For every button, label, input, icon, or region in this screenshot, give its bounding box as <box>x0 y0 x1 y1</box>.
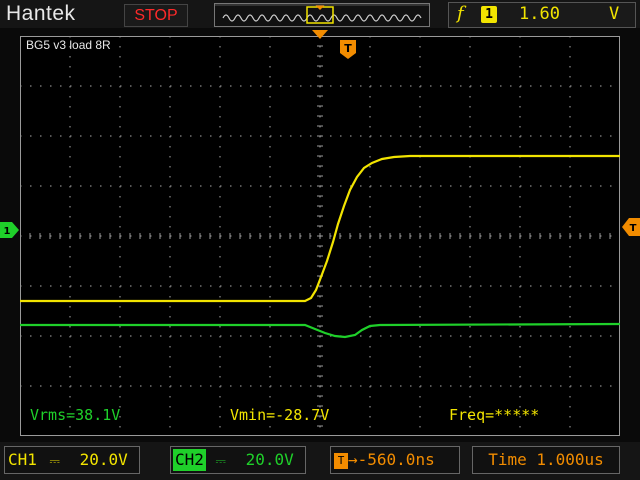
measurement-vrms: Vrms=38.1V <box>30 406 121 424</box>
ch2-settings[interactable]: CH2 ⎓ 20.0V <box>170 446 306 474</box>
trigger-level-value: 1.60 <box>519 4 560 24</box>
brand-logo: Hantek <box>6 2 76 25</box>
arrow-right-icon: → <box>348 450 358 469</box>
ch2-label: CH2 <box>173 449 206 471</box>
ch1-ground-marker[interactable]: 1 <box>0 222 20 238</box>
trigger-offset-icon: T <box>334 452 348 469</box>
dc-coupling-icon: ⎓ <box>49 454 60 469</box>
ch1-ground-marker-label: 1 <box>4 226 11 237</box>
trigger-level-unit: V <box>609 4 620 24</box>
trigger-offset-value: -560.0ns <box>357 450 435 469</box>
screen-annotation: BG5 v3 load 8R <box>26 38 111 52</box>
trigger-time-marker-label: T <box>344 42 352 55</box>
trigger-slope-icon: f <box>457 3 464 24</box>
waveform-overview[interactable] <box>214 3 430 27</box>
measurement-frequency: Freq=***** <box>449 406 540 424</box>
ch1-scale: 20.0V <box>79 450 128 469</box>
overview-wave <box>222 14 422 22</box>
timebase-display[interactable]: Time 1.000us <box>472 446 620 474</box>
dc-coupling-icon: ⎓ <box>215 454 226 469</box>
trigger-level-marker[interactable]: T <box>622 218 640 236</box>
trigger-position-marker[interactable] <box>312 30 328 42</box>
trigger-settings[interactable]: f 1 1.60 V <box>448 2 636 28</box>
trigger-level-marker-label: T <box>630 223 637 234</box>
ch1-settings[interactable]: CH1 ⎓ 20.0V <box>4 446 140 474</box>
scope-display[interactable] <box>20 36 620 436</box>
top-status-bar: Hantek STOP f 1 1.60 V <box>0 0 640 28</box>
trigger-source-badge: 1 <box>481 6 497 23</box>
run-stop-indicator[interactable]: STOP <box>124 4 188 27</box>
waveform-overview-graphic <box>215 4 429 24</box>
ch2-scale: 20.0V <box>245 450 294 469</box>
trigger-time-marker[interactable]: T <box>340 40 356 60</box>
ch1-label: CH1 <box>8 450 37 469</box>
timebase-value: Time 1.000us <box>488 450 604 469</box>
trigger-offset-display[interactable]: T →-560.0ns <box>330 446 460 474</box>
measurement-vmin: Vmin=-28.7V <box>230 406 330 424</box>
bottom-status-bar: CH1 ⎓ 20.0V CH2 ⎓ 20.0V T →-560.0ns Time … <box>0 442 640 480</box>
